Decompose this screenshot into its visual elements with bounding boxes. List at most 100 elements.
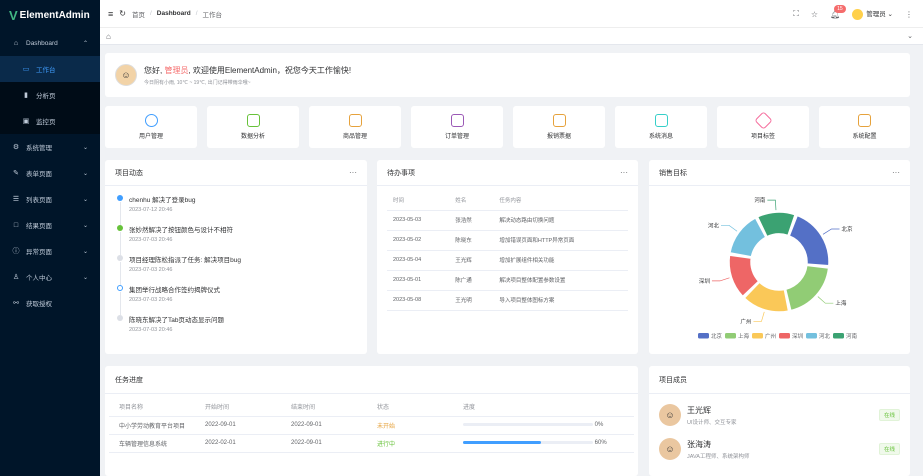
slice-label: 河北 bbox=[708, 221, 720, 229]
legend-swatch[interactable] bbox=[698, 333, 709, 339]
breadcrumb-current: 工作台 bbox=[202, 11, 223, 19]
more-icon[interactable]: ··· bbox=[620, 168, 628, 177]
donut-slice[interactable] bbox=[788, 214, 830, 267]
quick-user-management[interactable]: 用户管理 bbox=[105, 106, 197, 148]
label-leader-line bbox=[822, 228, 840, 235]
progress-fill bbox=[463, 440, 541, 444]
member-item[interactable]: ☺ 王光辉 UI设计师、交互专家 在线 bbox=[649, 398, 910, 432]
document-icon bbox=[450, 114, 464, 127]
quick-system-config[interactable]: 系统配置 bbox=[819, 106, 910, 148]
sidebar-item-license[interactable]: ⚯ 获取授权 bbox=[0, 290, 100, 316]
quick-label: 报销票据 bbox=[546, 134, 571, 140]
user-menu[interactable]: 管理员 ⌄ bbox=[852, 8, 893, 20]
quick-product-management[interactable]: 商品管理 bbox=[309, 106, 401, 148]
legend-label[interactable]: 北京 bbox=[711, 332, 723, 340]
table-cell: 陈广通 bbox=[449, 270, 494, 291]
legend-label[interactable]: 深圳 bbox=[792, 332, 804, 340]
top-navbar: ≡ ↻ 首页 / Dashboard / 工作台 ⛶ ☆ 🔔︎ 15 管理员 ⌄… bbox=[100, 0, 923, 28]
table-cell: 2022-09-01 bbox=[195, 416, 281, 435]
table-row[interactable]: 2023-05-08 王光明 导入项目整体图标方案 bbox=[387, 290, 628, 311]
timeline-dot bbox=[117, 225, 123, 231]
greeting-name: 管理员 bbox=[164, 65, 189, 75]
donut-slice[interactable] bbox=[784, 264, 830, 312]
menu-fold-icon[interactable]: ≡ bbox=[108, 9, 113, 19]
member-role: UI设计师、交互专家 bbox=[687, 419, 737, 426]
card-header: 项目动态 ··· bbox=[105, 160, 367, 186]
timeline-time: 2023-07-12 20:46 bbox=[129, 207, 173, 213]
tab-home-icon[interactable]: ⌂ bbox=[106, 32, 111, 41]
breadcrumb: 首页 / Dashboard / 工作台 bbox=[132, 9, 222, 19]
quick-order-management[interactable]: 订单管理 bbox=[411, 106, 503, 148]
timeline-dot bbox=[117, 285, 123, 291]
table-row[interactable]: 车辆管理信息系统 2022-02-01 2022-09-01 进行中 60% bbox=[109, 434, 634, 453]
bell-button[interactable]: 🔔︎ 15 bbox=[830, 4, 846, 19]
breadcrumb-dashboard[interactable]: Dashboard bbox=[157, 10, 191, 17]
sidebar-item-form[interactable]: ✎ 表单页面 ⌄ bbox=[0, 160, 100, 186]
timeline-time: 2023-07-03 20:46 bbox=[129, 237, 173, 243]
tabs-dropdown-icon[interactable]: ⌄ bbox=[907, 32, 913, 40]
card-title: 待办事项 bbox=[387, 169, 415, 177]
timeline-item: 张妙然解决了按钮颜色与设计不相符 2023-07-03 20:46 bbox=[117, 224, 355, 255]
quick-label: 订单管理 bbox=[444, 134, 469, 140]
sidebar-item-result[interactable]: □ 结果页面 ⌄ bbox=[0, 212, 100, 238]
table-cell: 2023-05-04 bbox=[387, 250, 450, 271]
table-row[interactable]: 2023-05-04 王光辉 增加扩展组件相关功能 bbox=[387, 250, 628, 271]
fullscreen-icon[interactable]: ⛶ bbox=[793, 9, 799, 19]
table-row[interactable]: 2023-05-01 陈广通 解决项目整体配置参数设置 bbox=[387, 270, 628, 291]
quick-label: 项目标签 bbox=[750, 134, 775, 140]
table-row[interactable]: 2023-05-03 张浩然 解决动态路由切换问题 bbox=[387, 210, 628, 231]
timeline-dot bbox=[117, 255, 123, 261]
sidebar-item-list[interactable]: ☰ 列表页面 ⌄ bbox=[0, 186, 100, 212]
sidebar-item-label: 系统管理 bbox=[26, 145, 52, 152]
user-name: 管理员 bbox=[866, 11, 886, 19]
sidebar-item-profile[interactable]: ♙ 个人中心 ⌄ bbox=[0, 264, 100, 290]
table-row[interactable]: 2023-05-02 陈晓东 增加错误页面和HTTP异常页面 bbox=[387, 230, 628, 251]
legend-swatch[interactable] bbox=[806, 333, 817, 339]
legend-label[interactable]: 广州 bbox=[765, 332, 776, 340]
sidebar-item-analysis[interactable]: ▮ 分析页 bbox=[0, 82, 100, 108]
card-header: 销售目标 ··· bbox=[649, 160, 910, 186]
sidebar-item-workbench[interactable]: ▭ 工作台 bbox=[0, 56, 100, 82]
legend-swatch[interactable] bbox=[833, 333, 844, 339]
progress-label: 0% bbox=[594, 422, 604, 428]
status-badge: 在线 bbox=[878, 409, 900, 421]
legend-label[interactable]: 河南 bbox=[846, 332, 858, 340]
breadcrumb-home[interactable]: 首页 bbox=[132, 9, 145, 19]
todo-table: 时间 姓名 任务内容 2023-05-03 张浩然 解决动态路由切换问题 2023-… bbox=[387, 190, 628, 311]
table-row[interactable]: 中小学劳动教育平台项目 2022-09-01 2022-09-01 未开始 0% bbox=[109, 416, 634, 435]
avatar: ☺ bbox=[659, 404, 681, 426]
column-header: 状态 bbox=[367, 398, 453, 417]
sidebar-item-label: 个人中心 bbox=[26, 275, 52, 282]
quick-project-tags[interactable]: 项目标签 bbox=[717, 106, 809, 148]
sidebar-item-dashboard[interactable]: ⌂ Dashboard ⌃ bbox=[0, 30, 100, 56]
quick-data-analysis[interactable]: 数据分析 bbox=[207, 106, 299, 148]
quick-messages[interactable]: 系统消息 bbox=[615, 106, 707, 148]
quick-invoice[interactable]: 报销票据 bbox=[513, 106, 605, 148]
chevron-up-icon: ⌃ bbox=[82, 40, 88, 47]
legend-swatch[interactable] bbox=[752, 333, 763, 339]
chevron-down-icon: ⌄ bbox=[82, 222, 88, 229]
member-item[interactable]: ☺ 张海涛 JAVA工程师、系统架构师 在线 bbox=[649, 432, 910, 466]
timeline: chenhu 解决了登录bug 2023-07-12 20:46 张妙然解决了按… bbox=[105, 186, 367, 344]
legend-label[interactable]: 河北 bbox=[819, 332, 831, 340]
sidebar-item-system[interactable]: ⚙ 系统管理 ⌄ bbox=[0, 134, 100, 160]
label-leader-line bbox=[817, 296, 834, 304]
more-icon[interactable]: ··· bbox=[349, 168, 357, 177]
legend-swatch[interactable] bbox=[725, 333, 736, 339]
table-cell: 2023-05-01 bbox=[387, 270, 450, 291]
chevron-down-icon: ⌄ bbox=[82, 274, 88, 281]
slice-label: 河南 bbox=[754, 196, 766, 204]
sidebar-item-error[interactable]: ⓘ 异常页面 ⌄ bbox=[0, 238, 100, 264]
table-cell: 导入项目整体图标方案 bbox=[493, 290, 628, 311]
greeting-prefix: 您好, bbox=[144, 65, 165, 75]
star-icon[interactable]: ☆ bbox=[811, 10, 818, 19]
refresh-icon[interactable]: ↻ bbox=[119, 9, 126, 18]
legend-swatch[interactable] bbox=[779, 333, 790, 339]
legend-label[interactable]: 上海 bbox=[738, 332, 750, 340]
more-icon[interactable]: ⋮ bbox=[905, 10, 913, 19]
app-logo[interactable]: V ElementAdmin bbox=[0, 0, 100, 30]
sidebar-item-monitor[interactable]: ▣ 监控页 bbox=[0, 108, 100, 134]
status-text: 未开始 bbox=[367, 416, 453, 435]
more-icon[interactable]: ··· bbox=[892, 168, 900, 177]
header-actions: ⛶ ☆ 🔔︎ 15 管理员 ⌄ ⋮ bbox=[793, 0, 913, 28]
